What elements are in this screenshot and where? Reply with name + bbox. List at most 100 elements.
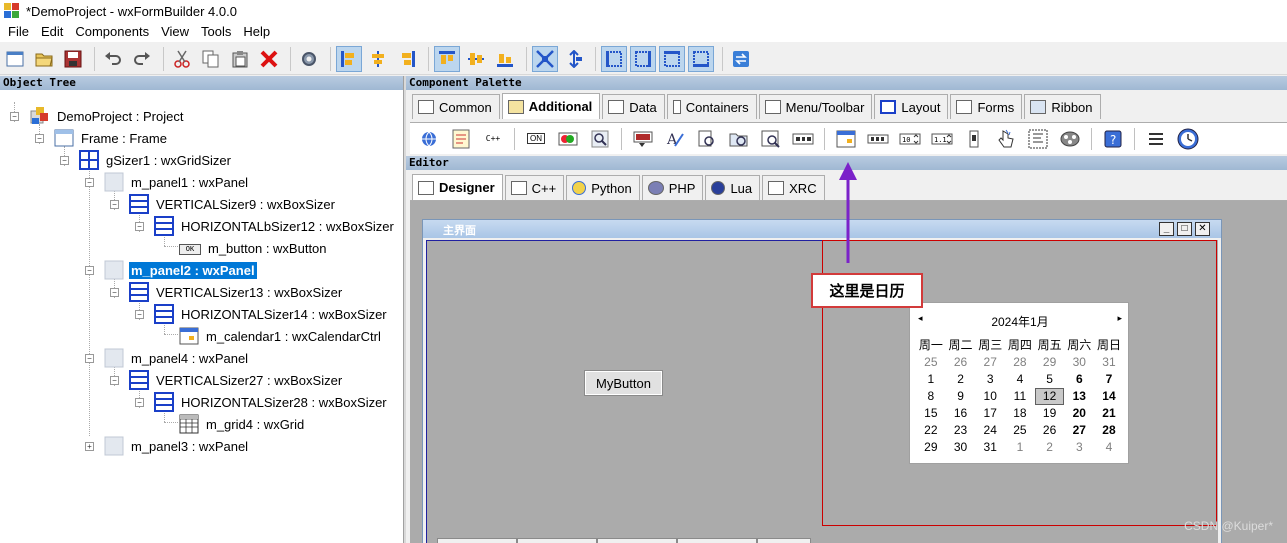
menu-components[interactable]: Components <box>69 22 155 42</box>
calendar-day-today[interactable]: 12 <box>1034 388 1065 405</box>
stretch-button[interactable] <box>561 46 587 72</box>
align-top-button[interactable] <box>434 45 460 72</box>
tab-xrc[interactable]: XRC <box>762 175 825 200</box>
calendar-day[interactable]: 19 <box>1035 405 1065 422</box>
mybutton[interactable]: MyButton <box>584 370 663 396</box>
tree-expand-toggle[interactable]: + <box>85 442 94 451</box>
tab-forms[interactable]: Forms <box>950 94 1023 119</box>
palette-colour-picker[interactable] <box>632 128 654 150</box>
palette-font-picker[interactable]: A <box>664 128 686 150</box>
calendar-day[interactable]: 7 <box>1094 371 1124 388</box>
tab-layout[interactable]: Layout <box>874 94 949 119</box>
palette-rich-text[interactable] <box>450 128 472 150</box>
copy-button[interactable] <box>198 46 224 72</box>
calendar-day[interactable]: 3 <box>975 371 1005 388</box>
calendar-day[interactable]: 15 <box>916 405 946 422</box>
palette-file-picker[interactable] <box>696 128 718 150</box>
m-panel1-area[interactable]: MyButton <box>426 240 822 543</box>
calendar-day[interactable]: 10 <box>975 388 1005 405</box>
tree-node-verticalsizer27[interactable]: VERTICALSizer27 : wxBoxSizer <box>129 369 344 391</box>
cut-button[interactable] <box>169 46 195 72</box>
calendar-day[interactable]: 26 <box>946 354 976 371</box>
tree-node-m-grid4[interactable]: m_grid4 : wxGrid <box>179 413 306 435</box>
calendar-day[interactable]: 4 <box>1094 439 1124 456</box>
tree-node-verticalsizer9[interactable]: VERTICALSizer9 : wxBoxSizer <box>129 193 337 215</box>
palette-static-line[interactable] <box>1145 128 1167 150</box>
palette-hyperlink[interactable] <box>995 128 1017 150</box>
tab-common[interactable]: Common <box>412 94 500 119</box>
tab-ribbon[interactable]: Ribbon <box>1024 94 1101 119</box>
calendar-day[interactable]: 27 <box>975 354 1005 371</box>
save-button[interactable] <box>60 46 86 72</box>
tree-collapse-toggle[interactable]: − <box>35 134 44 143</box>
close-button[interactable]: ✕ <box>1195 222 1210 236</box>
tree-node-m-panel4[interactable]: m_panel4 : wxPanel <box>104 347 250 369</box>
calendar-day[interactable]: 25 <box>916 354 946 371</box>
tree-collapse-toggle[interactable]: − <box>85 354 94 363</box>
align-bottom-button[interactable] <box>492 46 518 72</box>
calendar-day[interactable]: 11 <box>1005 388 1035 405</box>
palette-spin-double[interactable]: 10 <box>899 128 921 150</box>
calendar-day[interactable]: 2 <box>1035 439 1065 456</box>
calendar-day[interactable]: 28 <box>1005 354 1035 371</box>
palette-html-window[interactable] <box>418 128 440 150</box>
palette-datepicker[interactable] <box>760 128 782 150</box>
calendar-day[interactable]: 20 <box>1064 405 1094 422</box>
menu-tools[interactable]: Tools <box>195 22 237 42</box>
palette-timer[interactable] <box>1177 128 1199 150</box>
align-right-button[interactable] <box>394 46 420 72</box>
undo-button[interactable] <box>100 46 126 72</box>
maximize-button[interactable]: □ <box>1177 222 1192 236</box>
open-button[interactable] <box>31 46 57 72</box>
calendar-day[interactable]: 31 <box>1094 354 1124 371</box>
border-right-button[interactable] <box>630 45 656 72</box>
tree-node-m-panel1[interactable]: m_panel1 : wxPanel <box>104 171 250 193</box>
minimize-button[interactable]: _ <box>1159 222 1174 236</box>
palette-generic-dir[interactable] <box>1027 128 1049 150</box>
tab-data[interactable]: Data <box>602 94 665 119</box>
tree-node-gsizer1[interactable]: gSizer1 : wxGridSizer <box>79 149 233 171</box>
menu-file[interactable]: File <box>2 22 35 42</box>
tab-menu-toolbar[interactable]: Menu/Toolbar <box>758 94 873 119</box>
tree-node-m-button[interactable]: OK m_button : wxButton <box>179 237 329 259</box>
menu-view[interactable]: View <box>155 22 195 42</box>
next-month-button[interactable]: ▸ <box>1117 313 1122 324</box>
generate-code-button[interactable] <box>296 46 322 72</box>
tree-collapse-toggle[interactable]: − <box>110 288 119 297</box>
calendar-day[interactable]: 29 <box>916 439 946 456</box>
tree-collapse-toggle[interactable]: − <box>85 178 94 187</box>
menu-help[interactable]: Help <box>237 22 276 42</box>
tab-php[interactable]: PHP <box>641 175 704 200</box>
expand-button[interactable] <box>532 45 558 72</box>
border-top-button[interactable] <box>659 45 685 72</box>
calendar-control[interactable]: ◂ 2024年1月 ▸ 周一 周二 周三 周四 周五 周六 周日 25 26 2… <box>909 302 1129 464</box>
redo-button[interactable] <box>129 46 155 72</box>
calendar-day[interactable]: 21 <box>1094 405 1124 422</box>
tree-node-frame[interactable]: Frame : Frame <box>54 127 169 149</box>
palette-search-ctrl[interactable] <box>589 128 611 150</box>
tab-lua[interactable]: Lua <box>705 175 761 200</box>
palette-dir-picker[interactable] <box>728 128 750 150</box>
tree-collapse-toggle[interactable]: − <box>135 222 144 231</box>
tree-node-m-calendar1[interactable]: m_calendar1 : wxCalendarCtrl <box>179 325 383 347</box>
calendar-day[interactable]: 23 <box>946 422 976 439</box>
align-center-h-button[interactable] <box>365 46 391 72</box>
calendar-day[interactable]: 1 <box>916 371 946 388</box>
calendar-day[interactable]: 8 <box>916 388 946 405</box>
tree-collapse-toggle[interactable]: − <box>85 266 94 275</box>
calendar-day[interactable]: 6 <box>1064 371 1094 388</box>
tree-node-horizontalbsizer12[interactable]: HORIZONTALbSizer12 : wxBoxSizer <box>154 215 396 237</box>
calendar-day[interactable]: 14 <box>1094 388 1124 405</box>
align-left-button[interactable] <box>336 45 362 72</box>
calendar-day[interactable]: 28 <box>1094 422 1124 439</box>
palette-media-ctrl[interactable] <box>1059 128 1081 150</box>
calendar-day[interactable]: 2 <box>946 371 976 388</box>
calendar-day[interactable]: 1 <box>1005 439 1035 456</box>
tab-python[interactable]: Python <box>566 175 640 200</box>
calendar-day[interactable]: 31 <box>975 439 1005 456</box>
tree-node-verticalsizer13[interactable]: VERTICALSizer13 : wxBoxSizer <box>129 281 344 303</box>
tree-node-m-panel2[interactable]: m_panel2 : wxPanel <box>104 259 257 281</box>
calendar-day[interactable]: 4 <box>1005 371 1035 388</box>
swap-button[interactable] <box>728 46 754 72</box>
calendar-day[interactable]: 18 <box>1005 405 1035 422</box>
